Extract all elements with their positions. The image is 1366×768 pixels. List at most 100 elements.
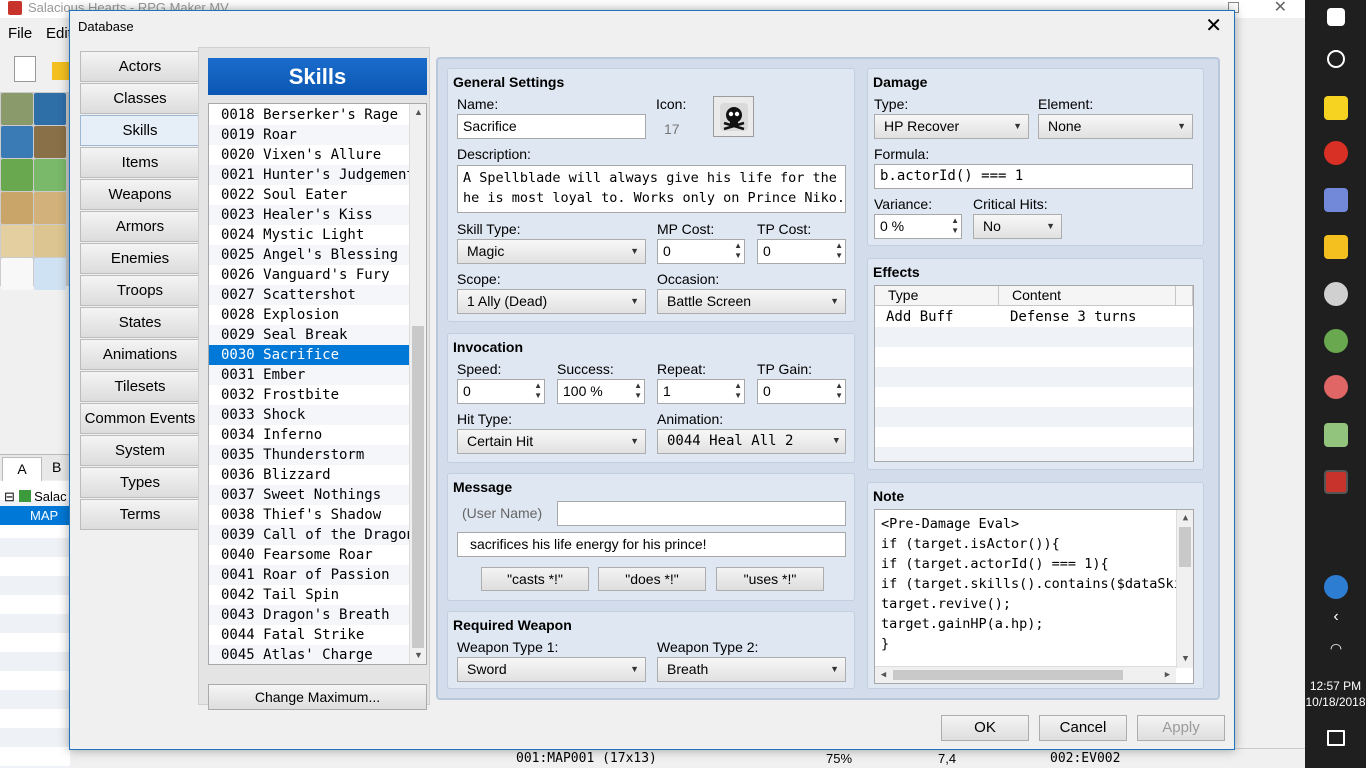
effects-table[interactable]: Type Content Add Buff Defense 3 turns bbox=[874, 285, 1194, 462]
formula-field[interactable]: b.actorId() === 1 bbox=[874, 164, 1193, 189]
spin-down-icon[interactable]: ▼ bbox=[835, 391, 843, 401]
spin-up-icon[interactable]: ▲ bbox=[734, 381, 742, 391]
game-app-icon[interactable] bbox=[1324, 329, 1348, 353]
spin-down-icon[interactable]: ▼ bbox=[734, 251, 742, 261]
spin-down-icon[interactable]: ▼ bbox=[634, 391, 642, 401]
weapon-type-1-select[interactable]: Sword ▼ bbox=[457, 657, 646, 682]
list-item[interactable]: 0030 Sacrifice bbox=[209, 345, 410, 365]
list-item[interactable]: 0034 Inferno bbox=[209, 425, 410, 445]
speed-stepper[interactable]: 0 ▲ ▼ bbox=[457, 379, 545, 404]
skills-scrollbar[interactable]: ▲ ▼ bbox=[409, 104, 426, 664]
list-item[interactable]: 0019 Roar bbox=[209, 125, 410, 145]
list-item[interactable]: 0018 Berserker's Rage bbox=[209, 105, 410, 125]
tile-desert-icon[interactable] bbox=[1, 225, 33, 257]
list-item[interactable]: 0024 Mystic Light bbox=[209, 225, 410, 245]
category-classes[interactable]: Classes bbox=[80, 83, 200, 114]
spin-up-icon[interactable]: ▲ bbox=[835, 381, 843, 391]
animation-select[interactable]: 0044 Heal All 2 ▼ bbox=[657, 429, 846, 454]
category-tilesets[interactable]: Tilesets bbox=[80, 371, 200, 402]
tile-snow-icon[interactable] bbox=[1, 258, 33, 290]
list-item[interactable]: 0042 Tail Spin bbox=[209, 585, 410, 605]
system-clock[interactable]: 12:57 PM 10/18/2018 bbox=[1305, 678, 1366, 710]
category-system[interactable]: System bbox=[80, 435, 200, 466]
spin-up-icon[interactable]: ▲ bbox=[734, 241, 742, 251]
help-icon[interactable] bbox=[1324, 575, 1348, 599]
list-item[interactable]: 0029 Seal Break bbox=[209, 325, 410, 345]
tile-dirt-icon[interactable] bbox=[34, 192, 66, 224]
apply-button[interactable]: Apply bbox=[1137, 715, 1225, 741]
list-item[interactable]: 0020 Vixen's Allure bbox=[209, 145, 410, 165]
category-troops[interactable]: Troops bbox=[80, 275, 200, 306]
success-stepper[interactable]: 100 % ▲ ▼ bbox=[557, 379, 645, 404]
tile-water-icon[interactable] bbox=[34, 93, 66, 125]
cortana-icon[interactable] bbox=[1327, 50, 1345, 68]
element-select[interactable]: None ▼ bbox=[1038, 114, 1193, 139]
tab-b[interactable]: B bbox=[52, 459, 61, 475]
list-item[interactable]: 0025 Angel's Blessing bbox=[209, 245, 410, 265]
list-item[interactable]: 0026 Vanguard's Fury bbox=[209, 265, 410, 285]
spin-up-icon[interactable]: ▲ bbox=[634, 381, 642, 391]
damage-type-select[interactable]: HP Recover ▼ bbox=[874, 114, 1029, 139]
message-line-2-field[interactable]: sacrifices his life energy for his princ… bbox=[457, 532, 846, 557]
scroll-thumb[interactable] bbox=[412, 326, 424, 648]
list-item[interactable]: 0023 Healer's Kiss bbox=[209, 205, 410, 225]
scroll-thumb[interactable] bbox=[1179, 527, 1191, 567]
spin-down-icon[interactable]: ▼ bbox=[734, 391, 742, 401]
list-item[interactable]: 0041 Roar of Passion bbox=[209, 565, 410, 585]
table-row[interactable] bbox=[875, 327, 1193, 347]
note-vertical-scrollbar[interactable]: ▲ ▼ bbox=[1176, 510, 1193, 668]
chevron-left-icon[interactable]: ‹ bbox=[1324, 608, 1348, 632]
menu-file[interactable]: File bbox=[8, 25, 32, 42]
note-horizontal-scrollbar[interactable]: ◀ ▶ bbox=[875, 666, 1176, 683]
scroll-right-icon[interactable]: ▶ bbox=[1159, 667, 1176, 683]
scroll-left-icon[interactable]: ◀ bbox=[875, 667, 892, 683]
category-enemies[interactable]: Enemies bbox=[80, 243, 200, 274]
tile-rock-icon[interactable] bbox=[34, 126, 66, 158]
effects-col-content[interactable]: Content bbox=[999, 286, 1176, 306]
tile-plain-icon[interactable] bbox=[34, 225, 66, 257]
notification-center-icon[interactable] bbox=[1327, 730, 1345, 746]
discord-icon[interactable] bbox=[1324, 188, 1348, 212]
category-items[interactable]: Items bbox=[80, 147, 200, 178]
spin-down-icon[interactable]: ▼ bbox=[534, 391, 542, 401]
chrome-icon[interactable] bbox=[1324, 141, 1348, 165]
tileset-palette[interactable] bbox=[0, 92, 70, 290]
list-item[interactable]: 0043 Dragon's Breath bbox=[209, 605, 410, 625]
list-item[interactable]: 0044 Fatal Strike bbox=[209, 625, 410, 645]
dialog-close-icon[interactable]: ✕ bbox=[1205, 15, 1222, 37]
list-item[interactable]: 0045 Atlas' Charge bbox=[209, 645, 410, 664]
list-item[interactable]: 0028 Explosion bbox=[209, 305, 410, 325]
tile-ice-icon[interactable] bbox=[34, 258, 66, 290]
list-item[interactable]: 0037 Sweet Nothings bbox=[209, 485, 410, 505]
table-row[interactable] bbox=[875, 347, 1193, 367]
list-item[interactable]: 0036 Blizzard bbox=[209, 465, 410, 485]
tree-map-item[interactable]: MAP bbox=[0, 506, 70, 525]
main-close-icon[interactable]: ✕ bbox=[1274, 0, 1287, 16]
category-armors[interactable]: Armors bbox=[80, 211, 200, 242]
occasion-select[interactable]: Battle Screen ▼ bbox=[657, 289, 846, 314]
file-explorer-icon[interactable] bbox=[1324, 235, 1348, 259]
spin-up-icon[interactable]: ▲ bbox=[835, 241, 843, 251]
windows-start-icon[interactable] bbox=[1327, 8, 1345, 26]
scroll-down-icon[interactable]: ▼ bbox=[1177, 651, 1193, 668]
scroll-thumb[interactable] bbox=[893, 670, 1123, 680]
ok-button[interactable]: OK bbox=[941, 715, 1029, 741]
tp-gain-stepper[interactable]: 0 ▲ ▼ bbox=[757, 379, 846, 404]
minecraft-icon[interactable] bbox=[1324, 423, 1348, 447]
steam-icon[interactable] bbox=[1324, 282, 1348, 306]
effects-col-type[interactable]: Type bbox=[875, 286, 999, 306]
open-project-icon[interactable] bbox=[52, 62, 70, 80]
category-types[interactable]: Types bbox=[80, 467, 200, 498]
scroll-down-icon[interactable]: ▼ bbox=[410, 647, 426, 664]
casts-button[interactable]: "casts *!" bbox=[481, 567, 589, 591]
weapon-type-2-select[interactable]: Breath ▼ bbox=[657, 657, 846, 682]
list-item[interactable]: 0040 Fearsome Roar bbox=[209, 545, 410, 565]
variance-stepper[interactable]: 0 % ▲ ▼ bbox=[874, 214, 962, 239]
list-item[interactable]: 0038 Thief's Shadow bbox=[209, 505, 410, 525]
category-states[interactable]: States bbox=[80, 307, 200, 338]
critical-hits-select[interactable]: No ▼ bbox=[973, 214, 1062, 239]
tile-sand-icon[interactable] bbox=[1, 192, 33, 224]
description-field[interactable]: A Spellblade will always give his life f… bbox=[457, 165, 846, 213]
repeat-stepper[interactable]: 1 ▲ ▼ bbox=[657, 379, 745, 404]
mp-cost-stepper[interactable]: 0 ▲ ▼ bbox=[657, 239, 745, 264]
